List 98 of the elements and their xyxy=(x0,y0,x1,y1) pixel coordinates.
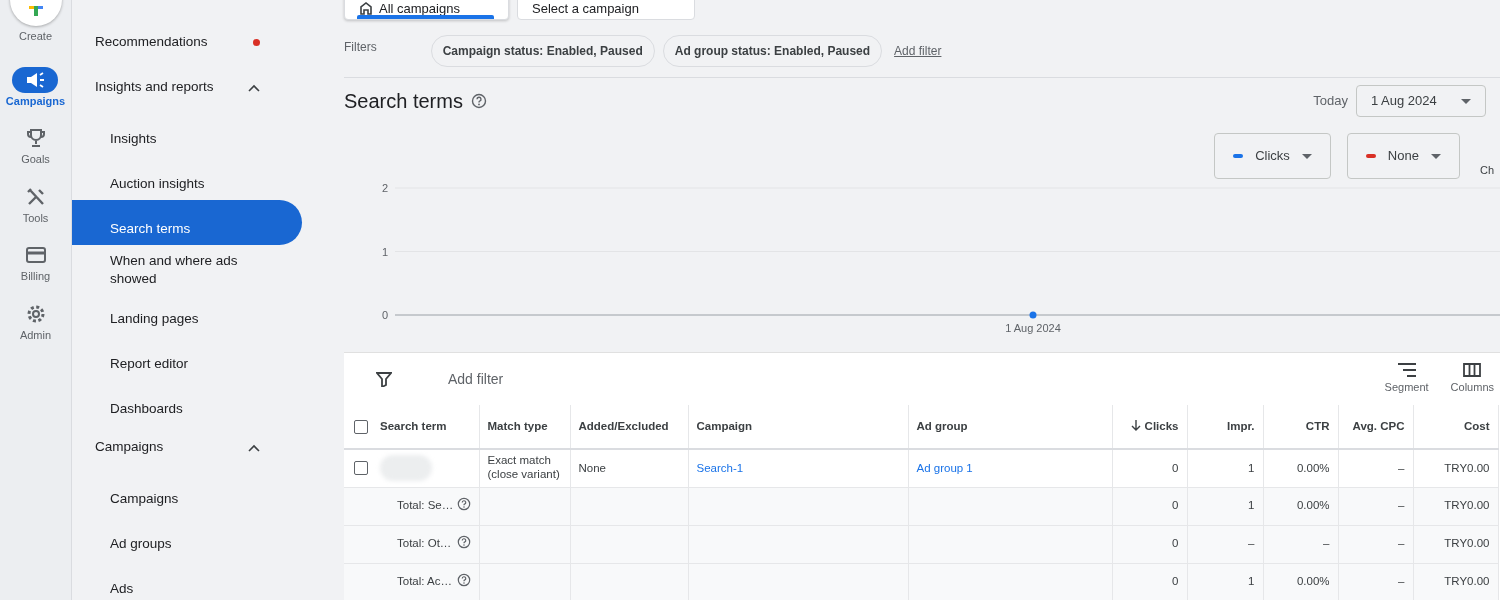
cut-off-label: Ch xyxy=(1479,162,1494,178)
column-header[interactable]: Clicks xyxy=(1112,405,1187,449)
table-cell: TRY0.00 xyxy=(1413,487,1498,525)
settings-icon xyxy=(25,303,46,324)
caret-icon xyxy=(1301,153,1312,159)
filter-chip[interactable]: Campaign status: Enabled, Paused xyxy=(430,34,655,67)
table-cell: 0 xyxy=(1112,525,1187,563)
caret-icon xyxy=(1430,153,1441,159)
help-icon[interactable] xyxy=(456,497,471,512)
total-label: Total: Ac… xyxy=(397,575,452,588)
help-icon[interactable] xyxy=(470,93,487,109)
axis-tick-label: 1 xyxy=(381,245,388,258)
axis-tick-label: 1 Aug 2024 xyxy=(1005,322,1061,334)
nav-item[interactable]: Ad groups xyxy=(72,515,302,560)
table-cell: TRY0.00 xyxy=(1413,525,1498,563)
filters-label: Filters xyxy=(344,38,377,56)
table-cell: – xyxy=(1338,563,1413,600)
column-header[interactable]: Cost xyxy=(1413,405,1498,449)
table-cell: None xyxy=(570,449,688,487)
rail-item[interactable]: Billing xyxy=(12,242,59,285)
table-cell: TRY0.00 xyxy=(1413,563,1498,600)
table-cell: TRY0.00 xyxy=(1413,449,1498,487)
filter-chip[interactable]: Ad group status: Enabled, Paused xyxy=(662,34,883,67)
segment-icon xyxy=(1397,362,1416,377)
metric-dropdown[interactable]: None xyxy=(1346,133,1460,179)
campaign-link[interactable]: Search-1 xyxy=(696,461,744,474)
nav-item[interactable]: Auction insights xyxy=(72,155,302,200)
line-series xyxy=(1029,311,1037,319)
table-cell: 0 xyxy=(1112,487,1187,525)
total-label: Total: Ot… xyxy=(397,537,452,550)
trophy-icon xyxy=(25,128,46,148)
date-dropdown[interactable]: 1 Aug 2024 xyxy=(1356,85,1486,117)
plus-icon xyxy=(28,6,43,16)
table-cell: – xyxy=(1263,525,1338,563)
table-cell: 0 xyxy=(1112,563,1187,600)
nav-label: Recommendations xyxy=(95,33,208,52)
checkbox[interactable] xyxy=(354,461,368,476)
nav-item[interactable]: Dashboards xyxy=(72,380,302,425)
rail-item[interactable]: Admin xyxy=(12,300,59,343)
help-icon[interactable] xyxy=(456,535,471,550)
nav-section[interactable]: Recommendations xyxy=(72,20,302,65)
filter-icon[interactable] xyxy=(376,371,392,387)
toolbar-button[interactable]: Segment xyxy=(1384,362,1429,396)
axis-tick-label: 0 xyxy=(381,309,388,321)
credit-card-icon xyxy=(25,247,46,263)
nav-item[interactable]: Search terms xyxy=(72,200,302,245)
page-title: Search terms xyxy=(344,89,463,113)
help-icon[interactable] xyxy=(456,573,471,588)
nav-item[interactable]: Ads xyxy=(72,560,302,600)
column-header[interactable]: Added/Excluded xyxy=(570,405,688,449)
columns-icon xyxy=(1463,362,1482,377)
column-header[interactable]: Campaign xyxy=(688,405,908,449)
create-label: Create xyxy=(19,29,52,44)
store-icon xyxy=(359,1,373,16)
table-cell: 1 xyxy=(1187,487,1263,525)
scope-tab[interactable]: Select a campaign xyxy=(517,0,695,20)
table-cell: – xyxy=(1338,449,1413,487)
table-cell: 1 xyxy=(1187,563,1263,600)
table-cell: Exact match (close variant) xyxy=(479,449,570,487)
add-filter-button[interactable]: Add filter xyxy=(448,368,504,390)
column-header[interactable]: Impr. xyxy=(1187,405,1263,449)
nav-section[interactable]: Campaigns xyxy=(72,425,302,470)
column-header[interactable]: Avg. CPC xyxy=(1338,405,1413,449)
toolbar-button[interactable]: Columns xyxy=(1450,362,1494,396)
nav-item[interactable]: Report editor xyxy=(72,335,302,380)
nav-item[interactable]: Insights xyxy=(72,110,302,155)
axis-tick-label: 2 xyxy=(381,182,388,194)
rail-item[interactable]: Goals xyxy=(12,125,59,168)
column-header[interactable]: Search term xyxy=(344,405,479,449)
checkbox[interactable] xyxy=(354,419,368,434)
rail-item[interactable]: Tools xyxy=(12,183,59,226)
nav-item[interactable]: Campaigns xyxy=(72,470,302,515)
date-label: Today xyxy=(1313,92,1348,111)
ad-group-link[interactable]: Ad group 1 xyxy=(916,461,973,474)
nav-item[interactable]: Landing pages xyxy=(72,290,302,335)
tools-icon xyxy=(25,186,46,207)
rail-item[interactable]: Campaigns xyxy=(5,66,66,109)
column-header[interactable]: CTR xyxy=(1263,405,1338,449)
table-cell: 0.00% xyxy=(1263,487,1338,525)
nav-section[interactable]: Insights and reports xyxy=(72,65,302,110)
metric-dropdown[interactable]: Clicks xyxy=(1214,133,1331,179)
table-cell: 0.00% xyxy=(1263,563,1338,600)
column-header[interactable]: Match type xyxy=(479,405,570,449)
column-header[interactable]: Ad group xyxy=(908,405,1112,449)
table-cell: 0.00% xyxy=(1263,449,1338,487)
table-cell: – xyxy=(1338,487,1413,525)
total-label: Total: Se… xyxy=(397,499,454,512)
table-cell: 1 xyxy=(1187,449,1263,487)
nav-label: Campaigns xyxy=(95,438,164,457)
table-cell: 0 xyxy=(1112,449,1187,487)
nav-label: Insights and reports xyxy=(95,78,214,97)
scope-tab[interactable]: All campaigns xyxy=(344,0,509,20)
megaphone-icon xyxy=(25,70,46,89)
caret-icon xyxy=(1461,98,1471,104)
table-cell: – xyxy=(1187,525,1263,563)
add-filter-link[interactable]: Add filter xyxy=(894,41,942,60)
table-cell: – xyxy=(1338,525,1413,563)
nav-item[interactable]: When and where ads showed xyxy=(72,245,302,290)
